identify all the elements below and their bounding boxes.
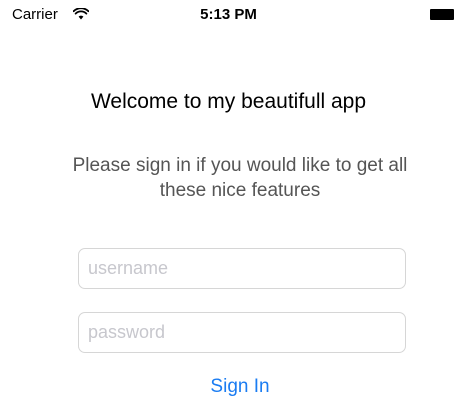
status-time: 5:13 PM [200, 6, 257, 23]
username-input[interactable] [78, 248, 406, 289]
sign-in-screen: Carrier 5:13 PM Welcome to my beautifull… [0, 0, 457, 403]
status-bar: Carrier 5:13 PM [0, 0, 457, 32]
wifi-icon [73, 8, 89, 20]
password-input[interactable] [78, 312, 406, 353]
welcome-heading: Welcome to my beautifull app [90, 90, 367, 113]
carrier-label: Carrier [12, 6, 58, 23]
battery-icon [430, 9, 454, 20]
sign-in-button[interactable]: Sign In [190, 374, 290, 400]
sign-in-instructions: Please sign in if you would like to get … [72, 155, 408, 201]
